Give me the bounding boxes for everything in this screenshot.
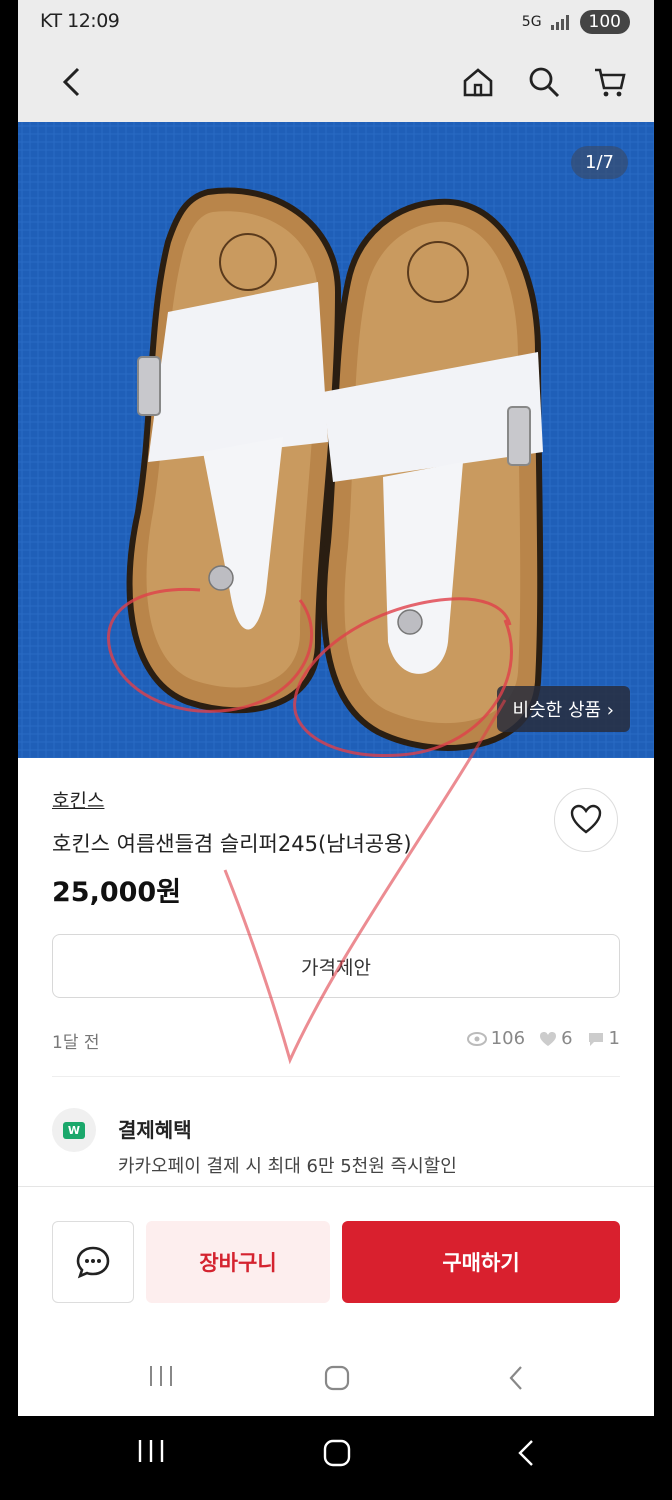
chat-count: 1: [608, 1028, 620, 1049]
network-label: 5G: [521, 14, 542, 30]
benefit-title: 결제혜택: [118, 1118, 192, 1142]
kakaopay-icon: W: [52, 1108, 96, 1152]
status-bar: KT 12:09 5G 100: [18, 0, 654, 44]
wishlist-button[interactable]: [554, 788, 618, 852]
buy-now-button[interactable]: 구매하기: [342, 1221, 620, 1303]
product-photo-sandals: [18, 122, 654, 758]
home-nav-icon[interactable]: [323, 1364, 351, 1396]
add-to-cart-button[interactable]: 장바구니: [146, 1221, 330, 1303]
price-offer-button[interactable]: 가격제안: [52, 934, 620, 998]
system-back-icon[interactable]: [515, 1438, 537, 1472]
system-recent-apps-icon[interactable]: [137, 1438, 165, 1468]
app-screen: KT 12:09 5G 100 1/7 비슷한 상품 › 호킨스 호킨스 여름샌…: [18, 0, 654, 1416]
view-count: 106: [490, 1028, 526, 1049]
posted-time: 1달 전: [52, 1033, 100, 1053]
like-count-heart-icon: [540, 1031, 557, 1046]
chat-count-icon: [588, 1032, 603, 1046]
like-count: 6: [561, 1028, 573, 1049]
signal-icon: [550, 15, 569, 30]
purchase-bar: 장바구니 구매하기: [18, 1186, 654, 1303]
back-nav-icon[interactable]: [506, 1364, 526, 1396]
product-image-carousel[interactable]: 1/7 비슷한 상품 ›: [18, 122, 654, 758]
product-price: 25,000원: [52, 877, 182, 908]
cart-icon[interactable]: [592, 64, 628, 100]
system-home-icon[interactable]: [322, 1438, 352, 1472]
recent-apps-icon[interactable]: [148, 1364, 174, 1392]
back-icon[interactable]: [54, 64, 90, 100]
app-navigation-bar: [18, 1340, 654, 1416]
eye-icon: [466, 1031, 487, 1046]
battery-badge: 100: [579, 10, 630, 34]
benefit-badge: W: [62, 1121, 86, 1139]
product-stats: 106 6 1: [466, 1028, 620, 1049]
chat-bubble-icon: [76, 1246, 110, 1279]
chat-button[interactable]: [52, 1221, 134, 1303]
top-navigation: [18, 44, 654, 122]
heart-icon: [570, 804, 602, 834]
product-title: 호킨스 여름샌들겸 슬리퍼245(남녀공용): [52, 832, 412, 856]
image-counter: 1/7: [571, 146, 628, 179]
search-icon[interactable]: [526, 64, 562, 100]
brand-link[interactable]: 호킨스: [52, 786, 104, 813]
section-divider: [52, 1076, 620, 1077]
similar-items-button[interactable]: 비슷한 상품 ›: [496, 686, 630, 732]
status-time: KT 12:09: [40, 10, 120, 32]
system-navigation-bar: [0, 1416, 672, 1500]
home-icon[interactable]: [460, 64, 496, 100]
benefit-description: 카카오페이 결제 시 최대 6만 5천원 즉시할인: [118, 1156, 457, 1177]
